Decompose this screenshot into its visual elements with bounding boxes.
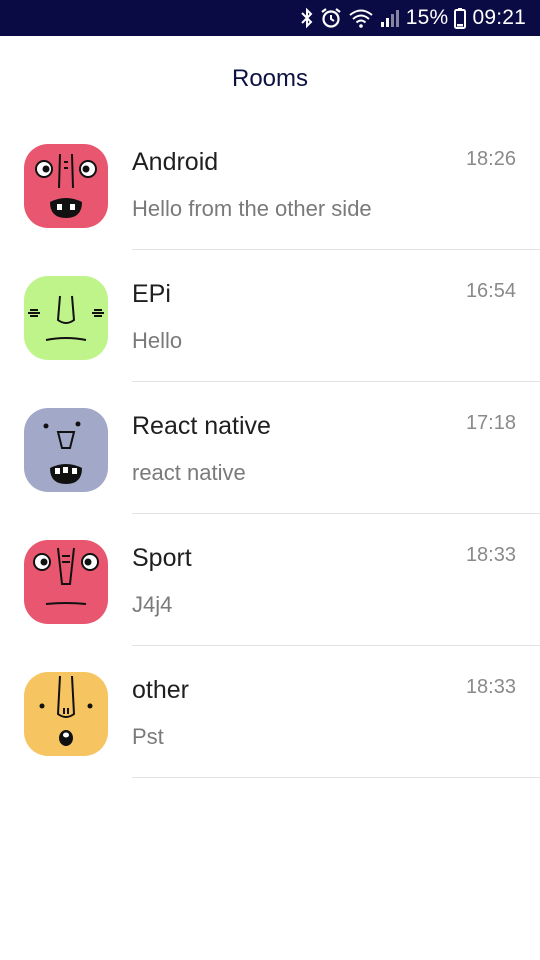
- header: Rooms: [0, 36, 540, 122]
- monster-face-avatar: [24, 672, 108, 756]
- battery-percent: 15%: [405, 6, 449, 29]
- room-last-message: react native: [132, 460, 246, 485]
- battery-icon: [454, 6, 467, 30]
- signal-icon: [380, 6, 400, 30]
- monster-face-avatar: [24, 144, 108, 228]
- room-last-message: Hello: [132, 328, 183, 353]
- room-list: Android Hello from the other side 18:26 …: [0, 118, 540, 778]
- room-item-react-native[interactable]: React native react native 17:18: [0, 382, 540, 514]
- room-item-epi[interactable]: EPi Hello 16:54: [0, 250, 540, 382]
- wifi-icon: [348, 6, 374, 30]
- monster-face-avatar: [24, 540, 108, 624]
- monster-face-avatar: [24, 408, 108, 492]
- status-bar: 15% 09:21: [0, 0, 540, 36]
- room-name: EPi: [132, 280, 171, 308]
- divider: [132, 777, 540, 778]
- room-time: 18:26: [465, 148, 516, 170]
- room-last-message: Pst: [132, 724, 164, 749]
- room-name: Android: [132, 148, 219, 176]
- room-last-message: Hello from the other side: [132, 196, 372, 221]
- room-time: 18:33: [465, 544, 516, 566]
- room-time: 17:18: [465, 412, 516, 434]
- monster-face-avatar: [24, 276, 108, 360]
- page-title: Rooms: [231, 65, 309, 92]
- room-time: 18:33: [465, 676, 516, 698]
- room-item-other[interactable]: other Pst 18:33: [0, 646, 540, 778]
- alarm-icon: [320, 6, 342, 30]
- room-name: React native: [132, 412, 271, 440]
- status-time: 09:21: [472, 6, 526, 29]
- room-name: Sport: [132, 544, 192, 572]
- room-time: 16:54: [465, 280, 516, 302]
- room-name: other: [132, 676, 189, 704]
- room-item-android[interactable]: Android Hello from the other side 18:26: [0, 118, 540, 250]
- room-last-message: J4j4: [132, 592, 173, 617]
- room-item-sport[interactable]: Sport J4j4 18:33: [0, 514, 540, 646]
- bluetooth-icon: [300, 6, 314, 30]
